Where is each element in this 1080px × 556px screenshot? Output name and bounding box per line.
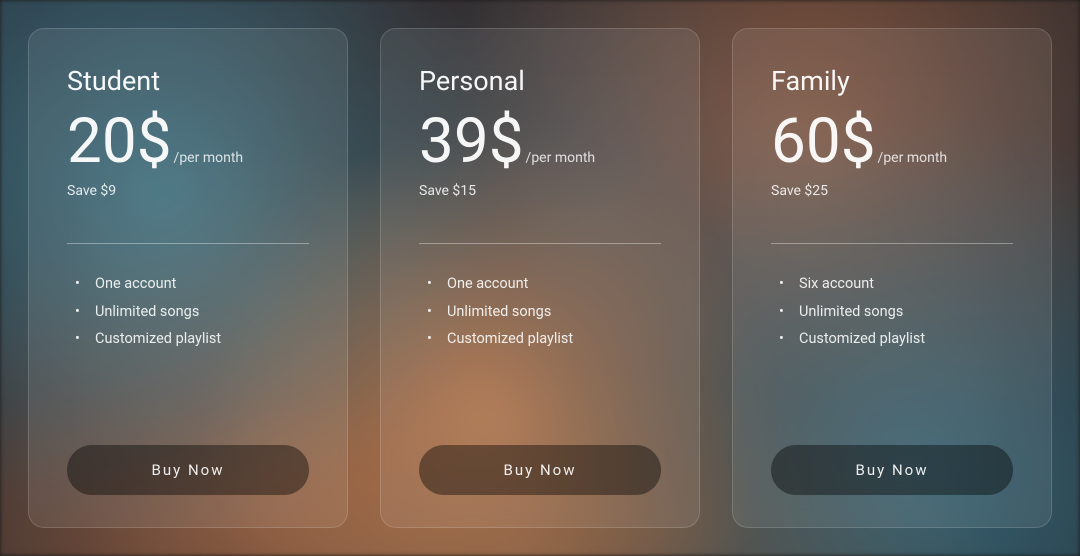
price-row: 60$ /per month xyxy=(771,111,1013,173)
divider xyxy=(771,243,1013,244)
plan-title: Student xyxy=(67,65,309,97)
price-amount: 20$ xyxy=(67,111,172,173)
price-period: /per month xyxy=(174,150,244,166)
feature-item: Customized playlist xyxy=(787,325,1013,353)
plan-title: Family xyxy=(771,65,1013,97)
buy-now-button[interactable]: Buy Now xyxy=(419,445,661,495)
price-row: 39$ /per month xyxy=(419,111,661,173)
feature-item: Six account xyxy=(787,270,1013,298)
pricing-card-personal: Personal 39$ /per month Save $15 One acc… xyxy=(380,28,700,528)
price-period: /per month xyxy=(878,150,948,166)
pricing-card-family: Family 60$ /per month Save $25 Six accou… xyxy=(732,28,1052,528)
feature-item: One account xyxy=(435,270,661,298)
feature-item: One account xyxy=(83,270,309,298)
divider xyxy=(67,243,309,244)
feature-item: Unlimited songs xyxy=(83,298,309,326)
feature-item: Unlimited songs xyxy=(787,298,1013,326)
save-text: Save $25 xyxy=(771,183,1013,199)
price-amount: 39$ xyxy=(419,111,524,173)
save-text: Save $9 xyxy=(67,183,309,199)
feature-item: Customized playlist xyxy=(435,325,661,353)
plan-title: Personal xyxy=(419,65,661,97)
price-amount: 60$ xyxy=(771,111,876,173)
save-text: Save $15 xyxy=(419,183,661,199)
pricing-card-student: Student 20$ /per month Save $9 One accou… xyxy=(28,28,348,528)
features-list: One account Unlimited songs Customized p… xyxy=(419,270,661,353)
price-row: 20$ /per month xyxy=(67,111,309,173)
buy-now-button[interactable]: Buy Now xyxy=(771,445,1013,495)
pricing-container: Student 20$ /per month Save $9 One accou… xyxy=(0,0,1080,556)
feature-item: Unlimited songs xyxy=(435,298,661,326)
features-list: One account Unlimited songs Customized p… xyxy=(67,270,309,353)
feature-item: Customized playlist xyxy=(83,325,309,353)
price-period: /per month xyxy=(526,150,596,166)
features-list: Six account Unlimited songs Customized p… xyxy=(771,270,1013,353)
buy-now-button[interactable]: Buy Now xyxy=(67,445,309,495)
divider xyxy=(419,243,661,244)
